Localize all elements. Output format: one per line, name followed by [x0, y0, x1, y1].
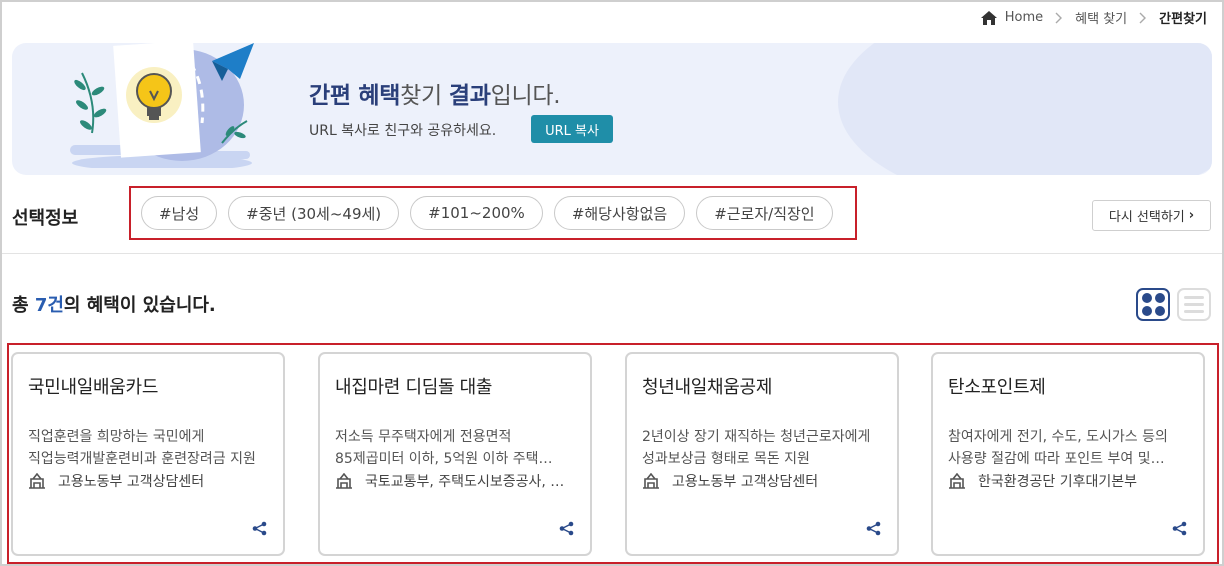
banner-title: 간편 혜택찾기 결과입니다. — [309, 76, 561, 110]
benefit-card[interactable]: 청년내일채움공제 2년이상 장기 재직하는 청년근로자에게 성과보상금 형태로 … — [625, 352, 899, 556]
tag-special[interactable]: #해당사항없음 — [553, 196, 686, 230]
card-title[interactable]: 청년내일채움공제 — [642, 373, 772, 399]
breadcrumb-home-link[interactable]: Home — [1005, 10, 1043, 25]
share-icon[interactable] — [1172, 521, 1187, 536]
card-desc-line: 성과보상금 형태로 목돈 지원 — [642, 451, 810, 467]
building-icon — [949, 473, 965, 489]
building-icon — [643, 473, 659, 489]
building-icon — [29, 473, 45, 489]
card-org-name: 한국환경공단 기후대기본부 — [978, 474, 1138, 490]
banner-title-text-1: 찾기 — [400, 83, 449, 109]
grid-view-icon[interactable] — [1136, 288, 1170, 321]
share-icon[interactable] — [252, 521, 267, 536]
tag-income[interactable]: #101~200% — [410, 196, 543, 230]
card-description: 직업훈련을 희망하는 국민에게 직업능력개발훈련비과 훈련장려금 지원 — [28, 426, 278, 470]
share-icon[interactable] — [866, 521, 881, 536]
selection-tags: #남성 #중년 (30세~49세) #101~200% #해당사항없음 #근로자… — [141, 196, 833, 230]
banner-title-strong-1: 간편 혜택 — [309, 83, 401, 109]
chevron-right-icon — [1055, 12, 1063, 23]
share-icon[interactable] — [559, 521, 574, 536]
tag-age[interactable]: #중년 (30세~49세) — [228, 196, 400, 230]
card-organization: 국토교통부, 주택도시보증공사, … — [335, 471, 585, 491]
card-title[interactable]: 내집마련 디딤돌 대출 — [335, 373, 492, 399]
card-desc-line: 직업훈련을 희망하는 국민에게 — [28, 429, 205, 445]
card-description: 2년이상 장기 재직하는 청년근로자에게 성과보상금 형태로 목돈 지원 — [642, 426, 892, 470]
reselect-button[interactable]: 다시 선택하기 › — [1092, 200, 1211, 231]
card-organization: 고용노동부 고객상담센터 — [28, 471, 278, 491]
card-organization: 한국환경공단 기후대기본부 — [948, 471, 1198, 491]
chevron-right-icon — [1139, 12, 1147, 23]
banner-title-text-2: 입니다. — [490, 83, 561, 109]
card-desc-line: 저소득 무주택자에게 전용면적 — [335, 429, 512, 445]
card-organization: 고용노동부 고객상담센터 — [642, 471, 892, 491]
building-icon — [336, 473, 352, 489]
card-org-name: 국토교통부, 주택도시보증공사, … — [365, 474, 565, 490]
result-count: 총 7건의 혜택이 있습니다. — [12, 291, 216, 317]
benefit-card[interactable]: 탄소포인트제 참여자에게 전기, 수도, 도시가스 등의 사용량 절감에 따라 … — [931, 352, 1205, 556]
tag-gender[interactable]: #남성 — [141, 196, 218, 230]
card-description: 저소득 무주택자에게 전용면적 85제곱미터 이하, 5억원 이하 주택… — [335, 426, 585, 470]
card-desc-line: 사용량 절감에 따라 포인트 부여 및… — [948, 451, 1165, 467]
banner-subtitle: URL 복사로 친구와 공유하세요. — [309, 123, 497, 139]
breadcrumb: Home 혜택 찾기 간편찾기 — [980, 8, 1207, 27]
card-desc-line: 참여자에게 전기, 수도, 도시가스 등의 — [948, 429, 1168, 445]
banner-title-strong-2: 결과 — [448, 83, 491, 109]
card-desc-line: 2년이상 장기 재직하는 청년근로자에게 — [642, 429, 871, 445]
card-org-name: 고용노동부 고객상담센터 — [58, 474, 205, 490]
result-prefix: 총 — [12, 295, 35, 316]
card-desc-line: 85제곱미터 이하, 5억원 이하 주택… — [335, 451, 553, 467]
chevron-right-icon: › — [1188, 208, 1195, 223]
section-divider — [2, 253, 1222, 254]
selection-info-label: 선택정보 — [12, 208, 79, 229]
tag-occupation[interactable]: #근로자/직장인 — [696, 196, 833, 230]
benefit-card[interactable]: 국민내일배움카드 직업훈련을 희망하는 국민에게 직업능력개발훈련비과 훈련장려… — [11, 352, 285, 556]
card-description: 참여자에게 전기, 수도, 도시가스 등의 사용량 절감에 따라 포인트 부여 … — [948, 426, 1198, 470]
banner-decoration — [838, 43, 1212, 175]
result-banner: 간편 혜택찾기 결과입니다. URL 복사로 친구와 공유하세요. URL 복사 — [12, 43, 1212, 175]
home-icon[interactable] — [980, 10, 997, 25]
url-copy-button[interactable]: URL 복사 — [531, 115, 613, 143]
result-count-number: 7건 — [34, 295, 64, 316]
card-title[interactable]: 탄소포인트제 — [948, 373, 1046, 399]
reselect-label: 다시 선택하기 — [1108, 210, 1185, 225]
card-org-name: 고용노동부 고객상담센터 — [672, 474, 819, 490]
card-title[interactable]: 국민내일배움카드 — [28, 373, 158, 399]
breadcrumb-benefit-link[interactable]: 혜택 찾기 — [1075, 8, 1127, 27]
result-suffix: 의 혜택이 있습니다. — [63, 295, 216, 316]
list-view-icon[interactable] — [1177, 288, 1211, 321]
breadcrumb-current: 간편찾기 — [1159, 12, 1207, 27]
lightbulb-illustration — [70, 43, 254, 168]
benefit-card[interactable]: 내집마련 디딤돌 대출 저소득 무주택자에게 전용면적 85제곱미터 이하, 5… — [318, 352, 592, 556]
card-desc-line: 직업능력개발훈련비과 훈련장려금 지원 — [28, 451, 256, 467]
